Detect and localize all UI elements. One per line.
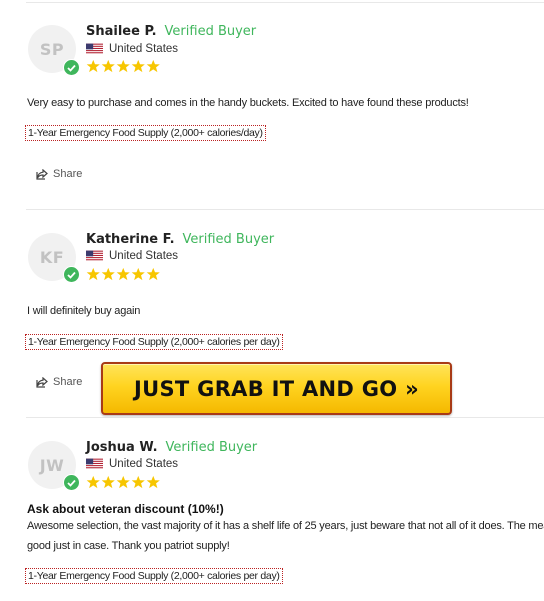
just-grab-it-button[interactable]: JUST GRAB IT AND GO » (101, 362, 452, 415)
us-flag-icon (86, 250, 103, 262)
review-divider (26, 209, 544, 210)
review-body: Very easy to purchase and comes in the h… (27, 97, 469, 109)
review-title: Ask about veteran discount (10%!) (27, 502, 224, 516)
reviewer-name: Joshua W. Verified Buyer (86, 440, 257, 455)
review-divider (26, 417, 544, 418)
star-icon (101, 267, 115, 281)
star-icon (101, 475, 115, 489)
star-icon (131, 475, 145, 489)
product-tag[interactable]: 1-Year Emergency Food Supply (2,000+ cal… (25, 125, 266, 141)
star-icon (131, 59, 145, 73)
reviewer-name-text: Shailee P. (86, 24, 157, 39)
share-label: Share (53, 168, 83, 180)
reviewer-name-text: Joshua W. (86, 440, 158, 455)
reviewer-country: United States (86, 43, 178, 55)
share-label: Share (53, 376, 83, 388)
star-icon (131, 267, 145, 281)
reviewer-country: United States (86, 250, 178, 262)
share-button[interactable]: Share (36, 376, 82, 388)
review-body-line: good just in case. Thank you patriot sup… (27, 540, 230, 552)
share-icon (36, 376, 48, 388)
verified-buyer-label: Verified Buyer (182, 232, 275, 247)
country-label: United States (109, 43, 179, 55)
star-icon (101, 59, 115, 73)
star-icon (146, 59, 160, 73)
review-divider-top (26, 2, 544, 3)
share-button[interactable]: Share (36, 168, 82, 180)
verified-check-badge-icon (63, 474, 80, 491)
star-icon (86, 475, 100, 489)
verified-buyer-label: Verified Buyer (164, 24, 257, 39)
review-body-line: Awesome selection, the vast majority of … (27, 520, 544, 532)
reviewer-name-text: Katherine F. (86, 232, 175, 247)
star-icon (116, 267, 130, 281)
reviewer-country: United States (86, 458, 178, 470)
share-icon (36, 168, 48, 180)
star-icon (116, 59, 130, 73)
star-icon (116, 475, 130, 489)
star-icon (146, 475, 160, 489)
reviewer-name: Katherine F. Verified Buyer (86, 232, 274, 247)
star-icon (86, 267, 100, 281)
star-icon (86, 59, 100, 73)
star-rating (86, 59, 161, 73)
review-body: I will definitely buy again (27, 305, 141, 317)
star-rating (86, 267, 161, 281)
us-flag-icon (86, 43, 103, 55)
reviewer-name: Shailee P. Verified Buyer (86, 24, 256, 39)
verified-buyer-label: Verified Buyer (165, 440, 258, 455)
country-label: United States (109, 458, 179, 470)
star-icon (146, 267, 160, 281)
star-rating (86, 475, 161, 489)
country-label: United States (109, 250, 179, 262)
product-tag[interactable]: 1-Year Emergency Food Supply (2,000+ cal… (25, 568, 283, 584)
verified-check-badge-icon (63, 266, 80, 283)
us-flag-icon (86, 458, 103, 470)
product-tag[interactable]: 1-Year Emergency Food Supply (2,000+ cal… (25, 334, 283, 350)
verified-check-badge-icon (63, 59, 80, 76)
